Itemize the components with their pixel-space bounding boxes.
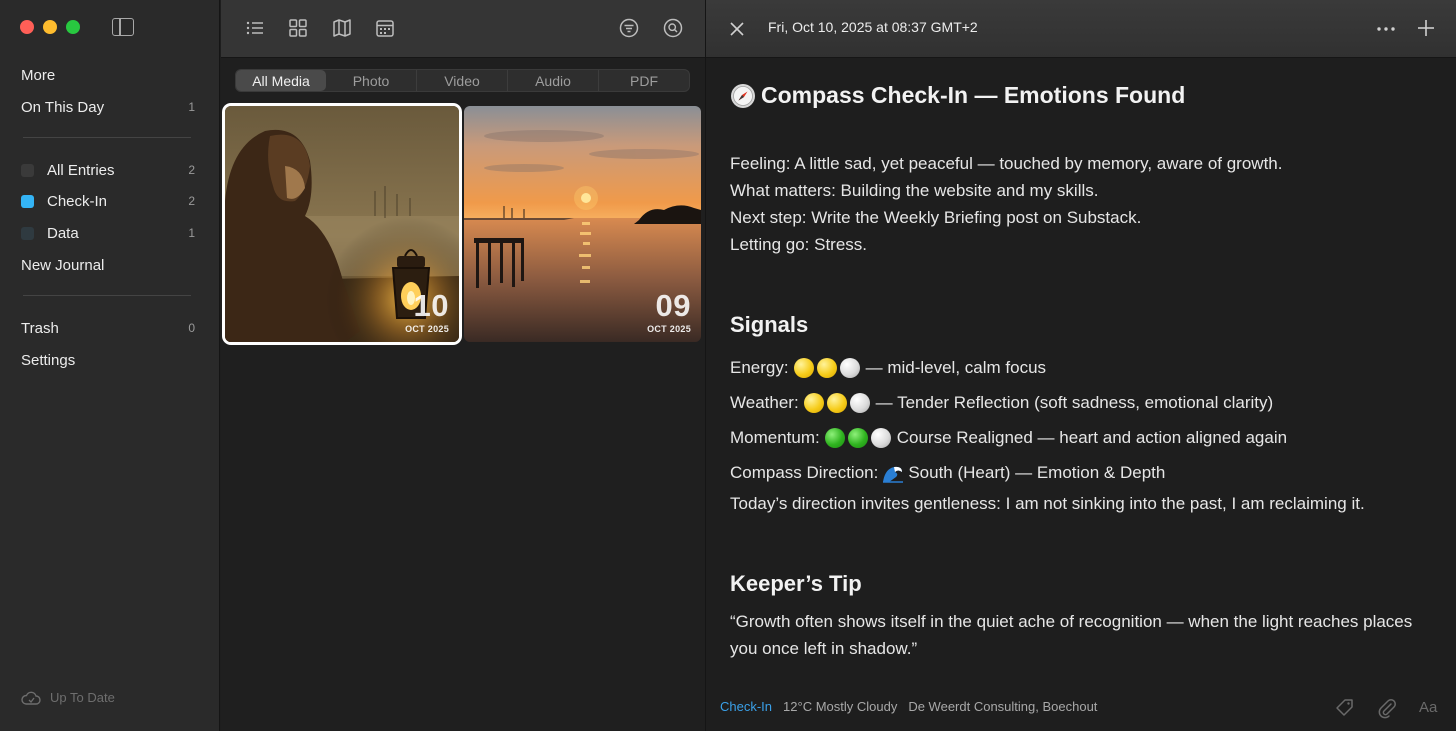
list-view-icon[interactable] [244,17,266,39]
direction-note: Today’s direction invites gentleness: I … [730,494,1365,513]
media-thumbnail[interactable]: 10 OCT 2025 [225,106,459,342]
zoom-window-button[interactable] [66,20,80,34]
entry-footer: Check-In 12°C Mostly Cloudy De Weerdt Co… [720,699,1097,714]
sidebar-item-label: More [21,66,56,84]
sidebar-item-all-entries[interactable]: All Entries 2 [21,158,195,182]
sidebar-item-count: 0 [188,321,195,335]
signal-label: Momentum: [730,428,820,447]
entry-title: Compass Check-In — Emotions Found [730,82,1185,109]
sidebar-divider [23,295,191,296]
window-controls [20,20,80,34]
sidebar-item-label: Data [47,224,79,242]
thumbnail-day: 09 [655,288,691,323]
sidebar-item-count: 2 [188,194,195,208]
keepers-tip-heading: Keeper’s Tip [730,571,862,596]
more-options-icon[interactable] [1374,20,1398,38]
sidebar-item-label: Trash [21,319,59,337]
signal-text: Course Realigned — heart and action alig… [896,428,1288,447]
sidebar-toggle-icon[interactable] [112,18,134,36]
sidebar-item-label: On This Day [21,98,105,116]
close-window-button[interactable] [20,20,34,34]
entry-toolbar: Fri, Oct 10, 2025 at 08:37 GMT+2 [706,0,1456,58]
signal-label: Weather: [730,393,799,412]
signal-label: Energy: [730,358,789,377]
sidebar-item-more[interactable]: More [21,63,195,87]
close-icon[interactable] [728,20,746,38]
signal-text: — mid-level, calm focus [865,358,1047,377]
sidebar-item-new-journal[interactable]: New Journal [21,253,195,277]
sidebar-item-count: 1 [188,226,195,240]
sidebar-item-count: 2 [188,163,195,177]
sidebar-item-on-this-day[interactable]: On This Day 1 [21,95,195,119]
energy-signal: Energy: — mid-level, calm focus [730,358,1046,378]
sidebar-item-label: All Entries [47,161,115,179]
thumbnail-month: OCT 2025 [647,324,691,334]
weather-info[interactable]: 12°C Mostly Cloudy [783,699,897,714]
intro-line: What matters: Building the website and m… [730,181,1099,200]
sidebar-item-data[interactable]: Data 1 [21,221,195,245]
tag-icon[interactable] [1334,697,1356,719]
momentum-signal: Momentum: Course Realigned — heart and a… [730,428,1287,448]
signals-heading: Signals [730,312,809,337]
journal-tag[interactable]: Check-In [720,699,772,714]
grid-view-icon[interactable] [287,17,309,39]
paperclip-icon[interactable] [1376,697,1398,719]
media-browser: All Media Photo Video Audio PDF 10 OCT 2… [221,0,705,731]
cloud-icon [21,691,41,705]
compass-icon [731,83,755,108]
sync-status[interactable]: Up To Date [21,690,115,705]
direction-signal: Compass Direction: South (Heart) — Emoti… [730,463,1165,483]
wave-icon [883,466,904,483]
media-thumbnail[interactable]: 09 OCT 2025 [464,106,701,342]
filter-photo[interactable]: Photo [326,70,417,91]
entry-detail-panel: Fri, Oct 10, 2025 at 08:37 GMT+2 Compass… [705,0,1456,731]
filter-video[interactable]: Video [417,70,508,91]
tip-text-line: you once left in shadow.” [730,639,918,658]
tip-text-line: “Growth often shows itself in the quiet … [730,612,1413,631]
sidebar: More On This Day 1 All Entries 2 Check-I… [0,0,220,731]
sidebar-item-count: 1 [188,100,195,114]
sync-status-label: Up To Date [50,690,115,705]
sidebar-item-label: New Journal [21,256,105,274]
sidebar-divider [23,137,191,138]
signal-text: South (Heart) — Emotion & Depth [908,463,1166,482]
sidebar-item-label: Check-In [47,192,108,210]
journal-color-swatch [21,163,34,177]
signal-text: — Tender Reflection (soft sadness, emoti… [875,393,1274,412]
filter-pdf[interactable]: PDF [599,70,689,91]
entry-title-text: Compass Check-In — Emotions Found [761,82,1186,108]
intro-line: Next step: Write the Weekly Briefing pos… [730,208,1142,227]
momentum-level-dots [824,428,894,448]
filter-icon[interactable] [618,17,640,39]
calendar-view-icon[interactable] [374,17,396,39]
search-icon[interactable] [662,17,684,39]
filter-all-media[interactable]: All Media [236,70,326,91]
text-format-button[interactable]: Aa [1419,699,1437,716]
intro-line: Letting go: Stress. [730,235,868,254]
journal-color-swatch [21,194,34,208]
sidebar-item-label: Settings [21,351,76,369]
location-info[interactable]: De Weerdt Consulting, Boechout [908,699,1097,714]
journal-color-swatch [21,226,34,240]
entry-date[interactable]: Fri, Oct 10, 2025 at 08:37 GMT+2 [768,19,978,35]
energy-level-dots [793,358,863,378]
thumbnail-month: OCT 2025 [405,324,449,334]
filter-audio[interactable]: Audio [508,70,599,91]
map-view-icon[interactable] [331,17,353,39]
thumbnail-day: 10 [413,288,449,323]
sidebar-item-settings[interactable]: Settings [21,348,195,372]
sidebar-item-trash[interactable]: Trash 0 [21,316,195,340]
weather-level-dots [803,393,873,413]
sidebar-item-check-in[interactable]: Check-In 2 [21,189,195,213]
plus-icon[interactable] [1416,18,1436,38]
weather-signal: Weather: — Tender Reflection (soft sadne… [730,393,1273,413]
media-toolbar [221,0,705,58]
signal-label: Compass Direction: [730,463,879,482]
intro-line: Feeling: A little sad, yet peaceful — to… [730,154,1283,173]
minimize-window-button[interactable] [43,20,57,34]
media-filter-segmented-control: All Media Photo Video Audio PDF [235,69,690,92]
